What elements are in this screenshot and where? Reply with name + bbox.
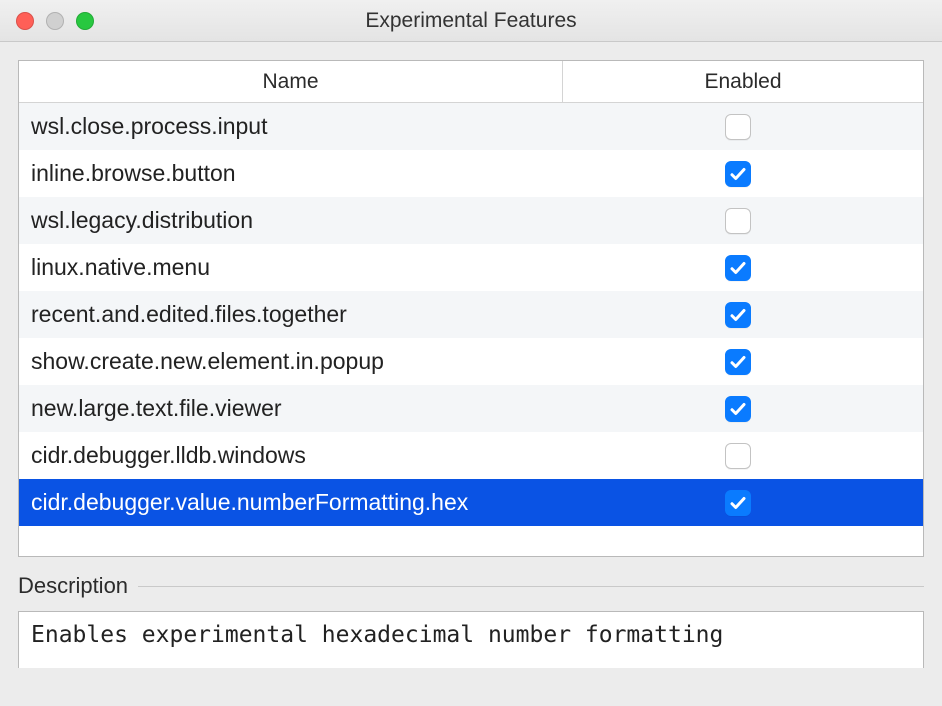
description-text: Enables experimental hexadecimal number … — [18, 611, 924, 668]
features-table: Name Enabled wsl.close.process.input inli… — [18, 60, 924, 557]
table-row[interactable]: inline.browse.button — [19, 150, 923, 197]
description-section: Description Enables experimental hexadec… — [18, 571, 924, 668]
feature-name: inline.browse.button — [29, 160, 563, 187]
feature-name: cidr.debugger.value.numberFormatting.hex — [29, 489, 563, 516]
table-spacer — [19, 526, 923, 556]
table-row[interactable]: wsl.close.process.input — [19, 103, 923, 150]
enabled-checkbox[interactable] — [725, 302, 751, 328]
feature-name: wsl.legacy.distribution — [29, 207, 563, 234]
table-header: Name Enabled — [19, 61, 923, 103]
table-row[interactable]: wsl.legacy.distribution — [19, 197, 923, 244]
window-title: Experimental Features — [0, 9, 942, 33]
feature-name: linux.native.menu — [29, 254, 563, 281]
window-controls — [16, 12, 94, 30]
description-label: Description — [18, 573, 128, 599]
enabled-cell — [563, 255, 913, 281]
content-area: Name Enabled wsl.close.process.input inli… — [0, 42, 942, 668]
table-row[interactable]: new.large.text.file.viewer — [19, 385, 923, 432]
table-row[interactable]: linux.native.menu — [19, 244, 923, 291]
table-row[interactable]: show.create.new.element.in.popup — [19, 338, 923, 385]
enabled-checkbox[interactable] — [725, 255, 751, 281]
feature-name: recent.and.edited.files.together — [29, 301, 563, 328]
description-header: Description — [18, 571, 924, 601]
enabled-checkbox[interactable] — [725, 349, 751, 375]
minimize-icon[interactable] — [46, 12, 64, 30]
close-icon[interactable] — [16, 12, 34, 30]
table-body: wsl.close.process.input inline.browse.but… — [19, 103, 923, 526]
feature-name: show.create.new.element.in.popup — [29, 348, 563, 375]
table-row[interactable]: cidr.debugger.lldb.windows — [19, 432, 923, 479]
enabled-cell — [563, 396, 913, 422]
enabled-cell — [563, 490, 913, 516]
feature-name: wsl.close.process.input — [29, 113, 563, 140]
enabled-checkbox[interactable] — [725, 396, 751, 422]
enabled-checkbox[interactable] — [725, 161, 751, 187]
enabled-cell — [563, 302, 913, 328]
table-row[interactable]: cidr.debugger.value.numberFormatting.hex — [19, 479, 923, 526]
enabled-checkbox[interactable] — [725, 490, 751, 516]
enabled-cell — [563, 443, 913, 469]
column-header-name[interactable]: Name — [19, 61, 563, 102]
feature-name: cidr.debugger.lldb.windows — [29, 442, 563, 469]
enabled-cell — [563, 208, 913, 234]
zoom-icon[interactable] — [76, 12, 94, 30]
table-row[interactable]: recent.and.edited.files.together — [19, 291, 923, 338]
enabled-cell — [563, 114, 913, 140]
feature-name: new.large.text.file.viewer — [29, 395, 563, 422]
enabled-checkbox[interactable] — [725, 443, 751, 469]
enabled-cell — [563, 161, 913, 187]
enabled-checkbox[interactable] — [725, 114, 751, 140]
title-bar[interactable]: Experimental Features — [0, 0, 942, 42]
enabled-cell — [563, 349, 913, 375]
column-header-enabled[interactable]: Enabled — [563, 61, 923, 102]
divider — [138, 586, 924, 587]
enabled-checkbox[interactable] — [725, 208, 751, 234]
